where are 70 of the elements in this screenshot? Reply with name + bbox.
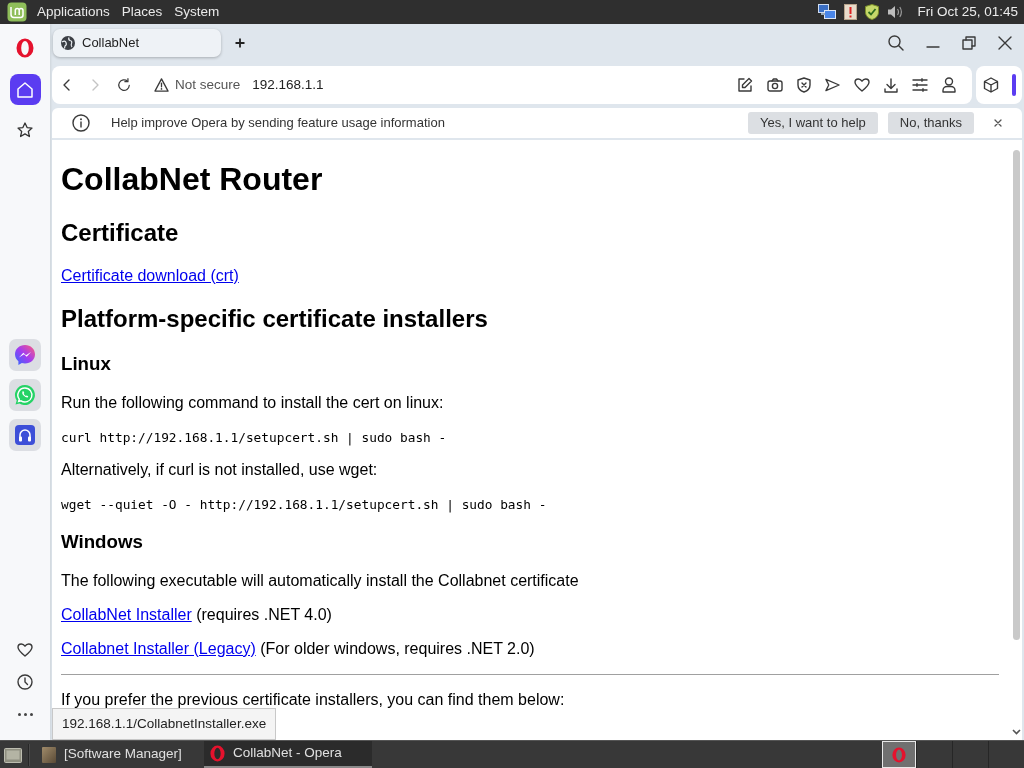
paragraph-text: If you prefer the previous certificate installers, you can find them below:	[61, 691, 566, 709]
browser-tab[interactable]: CollabNet	[53, 29, 221, 57]
page-link[interactable]: Collabnet Installer (Legacy)	[61, 640, 256, 657]
sidebar-indicator[interactable]	[1012, 74, 1016, 96]
page-link[interactable]: CollabNet Installer	[61, 606, 192, 623]
close-icon[interactable]	[998, 36, 1012, 50]
heart-icon[interactable]	[854, 78, 870, 92]
heart-icon[interactable]	[17, 643, 33, 657]
clock-icon[interactable]	[17, 674, 33, 690]
mint-logo-icon[interactable]	[7, 2, 27, 22]
taskbar-window-button[interactable]: CollabNet - Opera	[204, 741, 372, 768]
command-text: curl http://192.168.1.1/setupcert.sh | sudo bash -	[61, 430, 448, 445]
speaker-icon[interactable]	[887, 5, 904, 19]
page-link[interactable]: Certificate download (crt)	[61, 267, 239, 284]
person-icon[interactable]	[942, 77, 956, 93]
download-icon[interactable]	[884, 77, 898, 93]
show-desktop-icon[interactable]	[4, 746, 22, 763]
warning-icon[interactable]	[154, 78, 169, 92]
music-icon[interactable]	[9, 419, 41, 451]
edit-icon[interactable]	[737, 77, 753, 93]
restore-icon[interactable]	[962, 36, 976, 50]
home-button[interactable]	[9, 74, 41, 105]
star-icon	[17, 121, 33, 138]
info-icon	[72, 114, 90, 132]
reload-icon[interactable]	[117, 78, 131, 92]
more-icon[interactable]	[17, 713, 33, 716]
panel-menu[interactable]: Applications	[31, 0, 116, 24]
scrollbar-thumb[interactable]	[1012, 150, 1020, 640]
globe-icon	[61, 36, 75, 50]
command-text: wget --quiet -O - http://192.168.1.1/setupcert.sh | sudo bash -	[61, 497, 548, 512]
link-note-text: (requires .NET 4.0)	[196, 606, 332, 623]
home-icon	[17, 81, 33, 98]
section-heading: Certificate	[61, 219, 180, 247]
search-icon[interactable]	[888, 35, 904, 51]
camera-icon[interactable]	[767, 78, 783, 92]
shield-check-icon[interactable]	[865, 4, 880, 20]
update-alert-icon[interactable]	[844, 4, 858, 20]
section-heading: Platform-specific certificate installers	[61, 305, 489, 333]
status-url-text: 192.168.1.1/CollabnetInstaller.exe	[52, 707, 277, 740]
opera-icon	[892, 746, 906, 763]
opera-logo-icon[interactable]	[16, 38, 34, 58]
shield-x-icon[interactable]	[797, 77, 811, 93]
new-tab-plus-icon[interactable]	[235, 38, 245, 48]
address-field[interactable]: 192.168.1.1	[252, 74, 737, 96]
sliders-icon[interactable]	[912, 78, 928, 92]
accept-button[interactable]: Yes, I want to help	[748, 112, 878, 134]
minimize-icon[interactable]	[926, 46, 940, 48]
paragraph-text: Alternatively, if curl is not installed, use wget:	[61, 461, 379, 479]
app-icon	[42, 746, 56, 763]
close-icon[interactable]	[994, 119, 1002, 127]
taskbar-window-button[interactable]: [Software Manager]	[36, 741, 196, 768]
paragraph-text: Run the following command to install the cert on linux:	[61, 394, 445, 412]
panel-menu[interactable]: System	[168, 0, 226, 24]
panel-menu[interactable]: Places	[115, 0, 169, 24]
messenger-icon[interactable]	[9, 339, 41, 371]
infobar-message: Help improve Opera by sending feature usage information	[111, 114, 445, 133]
link-note-text: (For older windows, requires .NET 2.0)	[260, 640, 535, 657]
page-title: CollabNet Router	[61, 161, 324, 198]
opera-icon	[210, 745, 225, 762]
paragraph-text: The following executable will automatically install the Collabnet certificate	[61, 572, 580, 590]
send-icon[interactable]	[825, 78, 840, 92]
network-icon[interactable]	[818, 4, 837, 20]
back-icon[interactable]	[63, 79, 70, 91]
decline-button[interactable]: No, thanks	[887, 112, 974, 134]
subsection-heading: Windows	[61, 531, 144, 553]
clock-text[interactable]: Fri Oct 25, 01:45	[917, 1, 1018, 23]
scroll-down-icon[interactable]	[1011, 729, 1021, 735]
cube-icon[interactable]	[983, 77, 999, 93]
subsection-heading: Linux	[61, 353, 112, 375]
security-label[interactable]: Not secure	[175, 74, 241, 96]
